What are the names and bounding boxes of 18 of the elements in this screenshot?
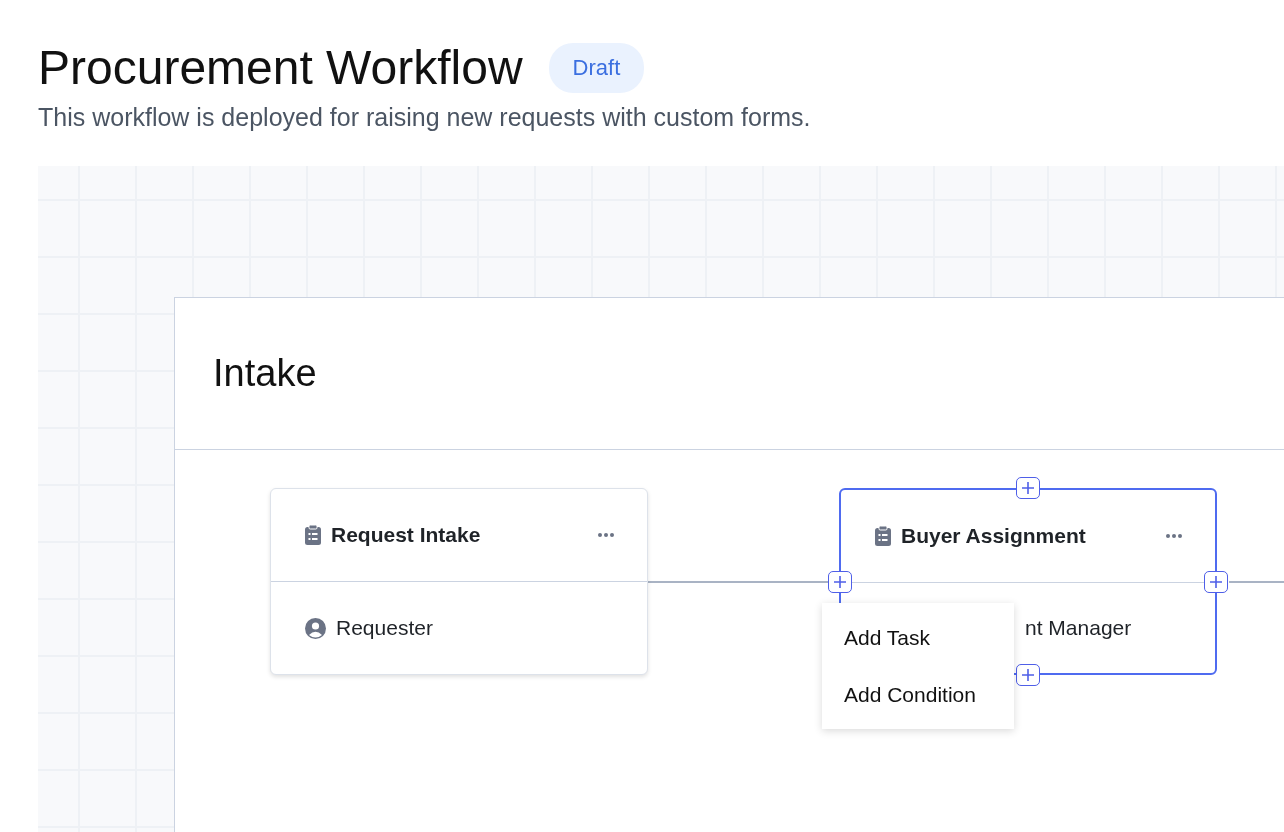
status-badge: Draft	[548, 42, 645, 93]
add-handle[interactable]	[1016, 664, 1040, 686]
add-handle[interactable]	[828, 571, 852, 593]
task-title: Buyer Assignment	[901, 524, 1087, 548]
clipboard-icon	[305, 525, 321, 545]
task-title: Request Intake	[331, 523, 482, 547]
page-title: Procurement Workflow	[38, 40, 523, 95]
user-icon	[305, 617, 326, 639]
clipboard-icon	[875, 526, 891, 546]
task-node[interactable]: Request Intake Requester	[270, 488, 648, 675]
assignee-label: nt Manager	[1025, 616, 1132, 640]
assignee-label: Requester	[336, 616, 433, 640]
page-description: This workflow is deployed for raising new requests with custom forms.	[38, 103, 812, 132]
add-handle[interactable]	[1016, 477, 1040, 499]
add-handle[interactable]	[1204, 571, 1228, 593]
stage-title: Intake	[213, 352, 317, 395]
more-icon[interactable]	[1165, 533, 1183, 539]
more-icon[interactable]	[597, 532, 615, 538]
